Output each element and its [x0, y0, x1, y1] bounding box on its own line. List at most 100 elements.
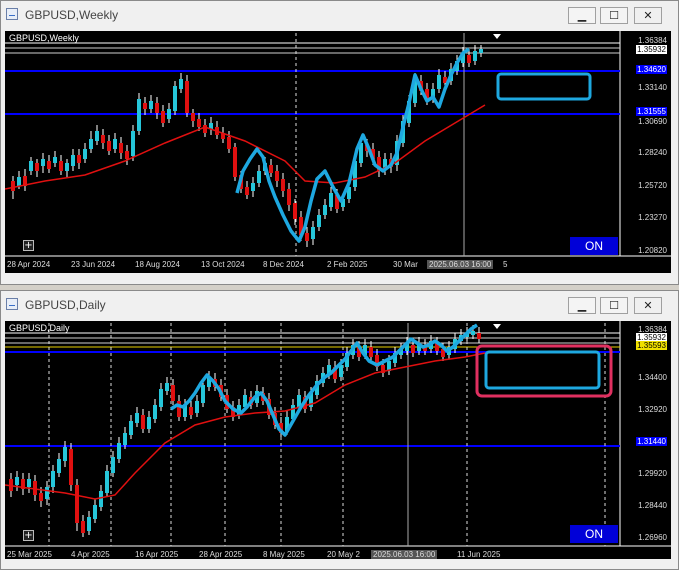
date-axis-label: 23 Jun 2024	[71, 260, 116, 269]
hand-drawn-trend-line	[235, 47, 470, 243]
moving-average-line	[5, 104, 486, 190]
candle-body	[117, 443, 121, 459]
candle-body	[89, 139, 93, 149]
close-button[interactable]: ✕	[634, 297, 662, 314]
daily-window[interactable]: GBPUSD,Daily ▁ ☐ ✕ GBPUSD,Daily + ON 1.3…	[0, 290, 679, 570]
candle-body	[281, 179, 285, 191]
maximize-button[interactable]: ☐	[600, 297, 628, 314]
candle-body	[99, 491, 103, 507]
date-axis-label: 28 Apr 2024	[7, 260, 51, 269]
date-axis-label: 5	[503, 260, 508, 269]
candle-body	[83, 149, 87, 159]
candle-body	[47, 161, 51, 169]
date-axis-label: 25 Mar 2025	[7, 550, 52, 559]
price-axis-label: 1.29920	[638, 469, 667, 478]
minimize-button[interactable]: ▁	[568, 297, 596, 314]
date-axis-label: 2 Feb 2025	[327, 260, 368, 269]
chart-symbol-label: GBPUSD,Weekly	[9, 33, 79, 43]
daily-price-chart[interactable]	[5, 321, 671, 559]
candle-body	[119, 143, 123, 153]
candle-body	[269, 165, 273, 173]
candle-body	[39, 493, 43, 501]
candle-body	[191, 113, 195, 121]
window-titlebar[interactable]: GBPUSD,Daily ▁ ☐ ✕	[1, 291, 678, 319]
candle-body	[33, 481, 37, 495]
candle-body	[53, 157, 57, 163]
weekly-chart-area[interactable]: GBPUSD,Weekly + ON 1.36384 1.35932 1.34620…	[5, 31, 671, 273]
candle-body	[293, 203, 297, 219]
drawn-target-box	[496, 72, 592, 101]
candle-body	[161, 111, 165, 123]
window-title: GBPUSD,Weekly	[25, 8, 119, 22]
candle-body	[155, 103, 159, 113]
candle-body	[153, 405, 157, 419]
candle-body	[477, 333, 481, 339]
date-axis-label: 4 Apr 2025	[71, 550, 110, 559]
candle-body	[59, 161, 63, 171]
shift-marker-icon	[493, 324, 501, 329]
drawn-target-box	[484, 350, 601, 390]
price-axis-label: 1.33140	[638, 83, 667, 92]
candle-body	[411, 345, 415, 353]
candle-body	[17, 177, 21, 186]
candle-body	[87, 517, 91, 531]
weekly-window[interactable]: GBPUSD,Weekly ▁ ☐ ✕ GBPUSD,Weekly + ON 1…	[0, 0, 679, 285]
candle-body	[195, 401, 199, 413]
candle-body	[179, 79, 183, 89]
candle-body	[275, 171, 279, 181]
window-titlebar[interactable]: GBPUSD,Weekly ▁ ☐ ✕	[1, 1, 678, 29]
candle-body	[167, 109, 171, 119]
candle-body	[467, 55, 471, 63]
candle-body	[227, 137, 231, 149]
candle-body	[75, 485, 79, 523]
date-axis-label: 16 Apr 2025	[135, 550, 179, 559]
chart-window-icon	[6, 298, 18, 310]
candle-body	[437, 75, 441, 89]
candle-body	[471, 331, 475, 335]
date-axis-label: 20 May 2	[327, 550, 360, 559]
date-axis-label: 8 May 2025	[263, 550, 305, 559]
price-axis-label: 1.30690	[638, 117, 667, 126]
price-axis-label: 1.31555	[636, 107, 667, 116]
price-axis-label: 1.35593	[636, 341, 667, 350]
candle-body	[171, 385, 175, 401]
date-axis-label: 2025.06.03 16:00	[427, 260, 494, 269]
candle-body	[201, 385, 205, 403]
date-axis-label: 30 Mar	[393, 260, 418, 269]
price-axis-label: 1.26960	[638, 533, 667, 542]
candle-body	[329, 193, 333, 207]
shift-marker-icon	[493, 34, 501, 39]
price-axis-label: 1.34400	[638, 373, 667, 382]
daily-chart-area[interactable]: GBPUSD,Daily + ON 1.36384 1.35932 1.35593 1…	[5, 321, 671, 559]
candle-body	[93, 505, 97, 519]
candle-body	[323, 205, 327, 215]
maximize-button[interactable]: ☐	[600, 7, 628, 24]
close-button[interactable]: ✕	[634, 7, 662, 24]
candle-body	[173, 86, 177, 111]
price-axis-label: 1.34620	[636, 65, 667, 74]
candle-body	[57, 459, 61, 473]
date-axis-label: 18 Aug 2024	[135, 260, 180, 269]
minimize-button[interactable]: ▁	[568, 7, 596, 24]
on-badge[interactable]: ON	[570, 525, 618, 543]
candle-body	[123, 433, 127, 445]
price-axis-label: 1.25720	[638, 181, 667, 190]
chart-expand-icon[interactable]: +	[23, 530, 34, 541]
candle-body	[105, 471, 109, 493]
candle-body	[107, 141, 111, 151]
candle-body	[189, 407, 193, 415]
candle-body	[101, 135, 105, 143]
price-axis-label: 1.36384	[638, 36, 667, 45]
price-axis-label: 1.35932	[636, 45, 667, 54]
candle-body	[65, 163, 69, 171]
candle-body	[197, 119, 201, 127]
price-axis-label: 1.31440	[636, 437, 667, 446]
on-badge[interactable]: ON	[570, 237, 618, 255]
candle-body	[95, 131, 99, 141]
candle-body	[71, 155, 75, 166]
chart-window-icon	[6, 8, 18, 20]
candle-body	[479, 49, 483, 53]
candle-body	[147, 417, 151, 429]
chart-expand-icon[interactable]: +	[23, 240, 34, 251]
window-title: GBPUSD,Daily	[25, 298, 106, 312]
